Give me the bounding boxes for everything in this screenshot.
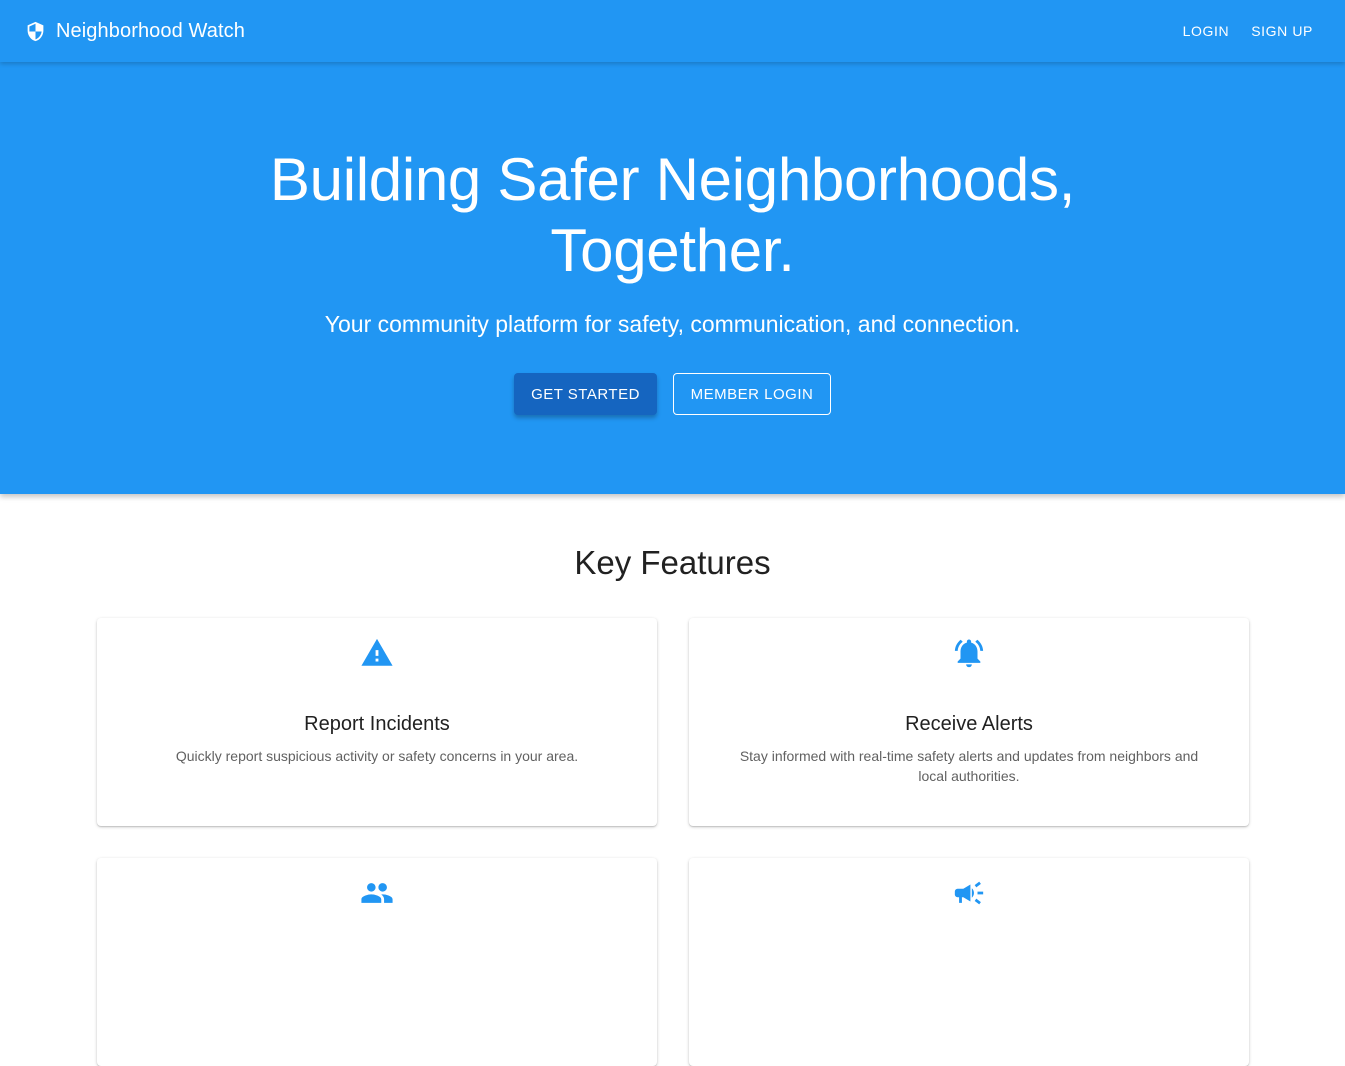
- feature-card-description: Quickly report suspicious activity or sa…: [175, 748, 579, 764]
- app-bar: Neighborhood Watch LOGIN SIGN UP: [0, 0, 1345, 62]
- feature-card-title: Report Incidents: [304, 713, 450, 735]
- get-started-button[interactable]: GET STARTED: [514, 373, 657, 415]
- hero-actions: GET STARTED MEMBER LOGIN: [0, 373, 1345, 415]
- feature-card-report-incidents: Report Incidents Quickly report suspicio…: [97, 618, 657, 826]
- shield-icon: [25, 21, 46, 42]
- feature-card-title: Receive Alerts: [905, 713, 1033, 735]
- hero-section: Building Safer Neighborhoods, Together. …: [0, 62, 1345, 494]
- member-login-button[interactable]: MEMBER LOGIN: [673, 373, 831, 415]
- brand-title: Neighborhood Watch: [56, 19, 245, 42]
- alarm-bell-icon: [689, 636, 1249, 668]
- features-title: Key Features: [574, 544, 771, 581]
- hero-title-line-1: Building Safer Neighborhoods,: [269, 146, 1076, 213]
- feature-card-announcements: [689, 858, 1249, 1066]
- megaphone-icon: [689, 876, 1249, 908]
- hero-title-line-2: Together.: [550, 217, 795, 284]
- warning-triangle-icon: [97, 636, 657, 668]
- hero-title: Building Safer Neighborhoods, Together.: [0, 144, 1345, 286]
- group-people-icon: [97, 876, 657, 908]
- signup-button[interactable]: SIGN UP: [1251, 17, 1313, 45]
- hero-subtitle: Your community platform for safety, comm…: [324, 311, 1021, 337]
- feature-card-description: Stay informed with real-time safety aler…: [739, 748, 1199, 784]
- feature-card-receive-alerts: Receive Alerts Stay informed with real-t…: [689, 618, 1249, 826]
- brand[interactable]: Neighborhood Watch: [25, 20, 245, 43]
- feature-card-community: [97, 858, 657, 1066]
- login-button[interactable]: LOGIN: [1183, 17, 1230, 45]
